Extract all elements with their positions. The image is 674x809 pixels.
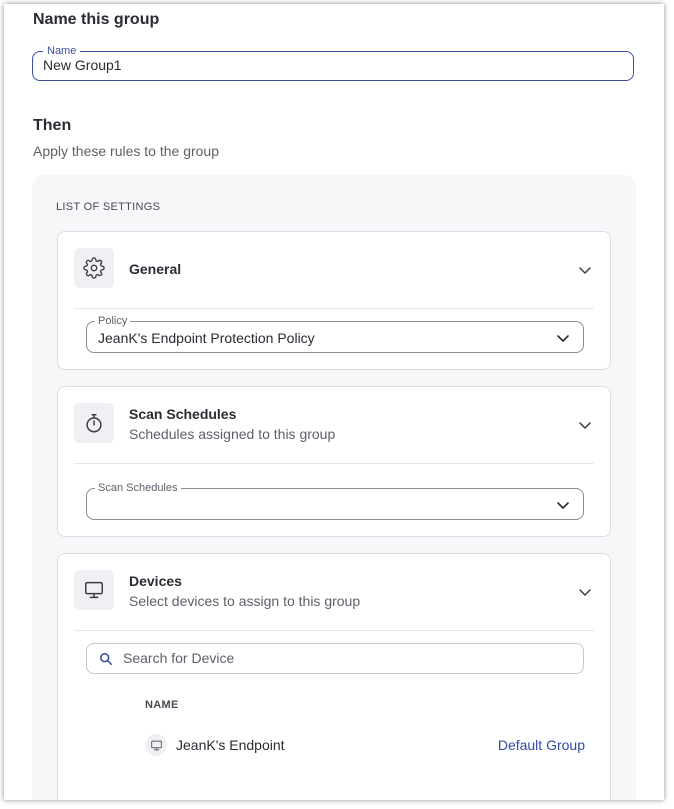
general-expand-chevron-icon[interactable] [578, 263, 592, 277]
search-icon [99, 652, 113, 666]
then-section-subtitle: Apply these rules to the group [33, 143, 220, 159]
monitor-icon [85, 581, 103, 599]
devices-card-divider [74, 630, 594, 631]
scan-schedules-select[interactable]: Scan Schedules [86, 481, 584, 520]
policy-select-value: JeanK's Endpoint Protection Policy [98, 330, 315, 346]
name-section-title: Name this group [33, 11, 160, 28]
scan-schedules-icon-box [74, 403, 114, 443]
device-table-name-header: NAME [145, 699, 179, 711]
chevron-down-icon [557, 335, 569, 342]
dialog-frame: Name this group Name Then Apply these ru… [4, 4, 664, 800]
chevron-down-icon [557, 502, 569, 509]
device-name: JeanK's Endpoint [176, 737, 285, 753]
gear-icon [83, 257, 105, 279]
policy-select[interactable]: Policy JeanK's Endpoint Protection Polic… [86, 314, 584, 353]
devices-icon-box [74, 570, 114, 610]
devices-card-subtitle: Select devices to assign to this group [129, 593, 361, 609]
scan-schedules-card: Scan Schedules Schedules assigned to thi… [57, 386, 611, 537]
devices-expand-chevron-icon[interactable] [578, 585, 592, 599]
scan-schedules-expand-chevron-icon[interactable] [578, 418, 592, 432]
scan-schedules-card-subtitle: Schedules assigned to this group [129, 426, 336, 442]
group-name-field[interactable]: Name [32, 44, 634, 81]
general-icon-box [74, 248, 114, 288]
device-search-input[interactable] [123, 650, 563, 666]
group-name-label: Name [43, 44, 81, 58]
device-avatar [145, 734, 167, 756]
devices-card: Devices Select devices to assign to this… [57, 553, 611, 800]
monitor-icon [150, 740, 162, 750]
scan-schedules-select-label: Scan Schedules [95, 481, 181, 495]
policy-select-label: Policy [95, 314, 131, 328]
group-name-input[interactable] [43, 57, 603, 73]
then-section-title: Then [33, 117, 72, 134]
general-card-title: General [129, 261, 182, 277]
list-of-settings-label: LIST OF SETTINGS [56, 201, 161, 213]
scan-schedules-card-divider [74, 463, 594, 464]
general-card: General Policy JeanK's Endpoint Protecti… [57, 231, 611, 370]
stopwatch-icon [86, 414, 102, 433]
device-group-link[interactable]: Default Group [498, 737, 585, 753]
devices-card-title: Devices [129, 573, 182, 589]
scan-schedules-card-title: Scan Schedules [129, 406, 237, 422]
general-card-divider [74, 308, 594, 309]
table-row: JeanK's Endpoint Default Group [145, 732, 585, 758]
device-search-field[interactable] [86, 643, 584, 674]
settings-panel: LIST OF SETTINGS General Policy JeanK's … [32, 175, 636, 800]
